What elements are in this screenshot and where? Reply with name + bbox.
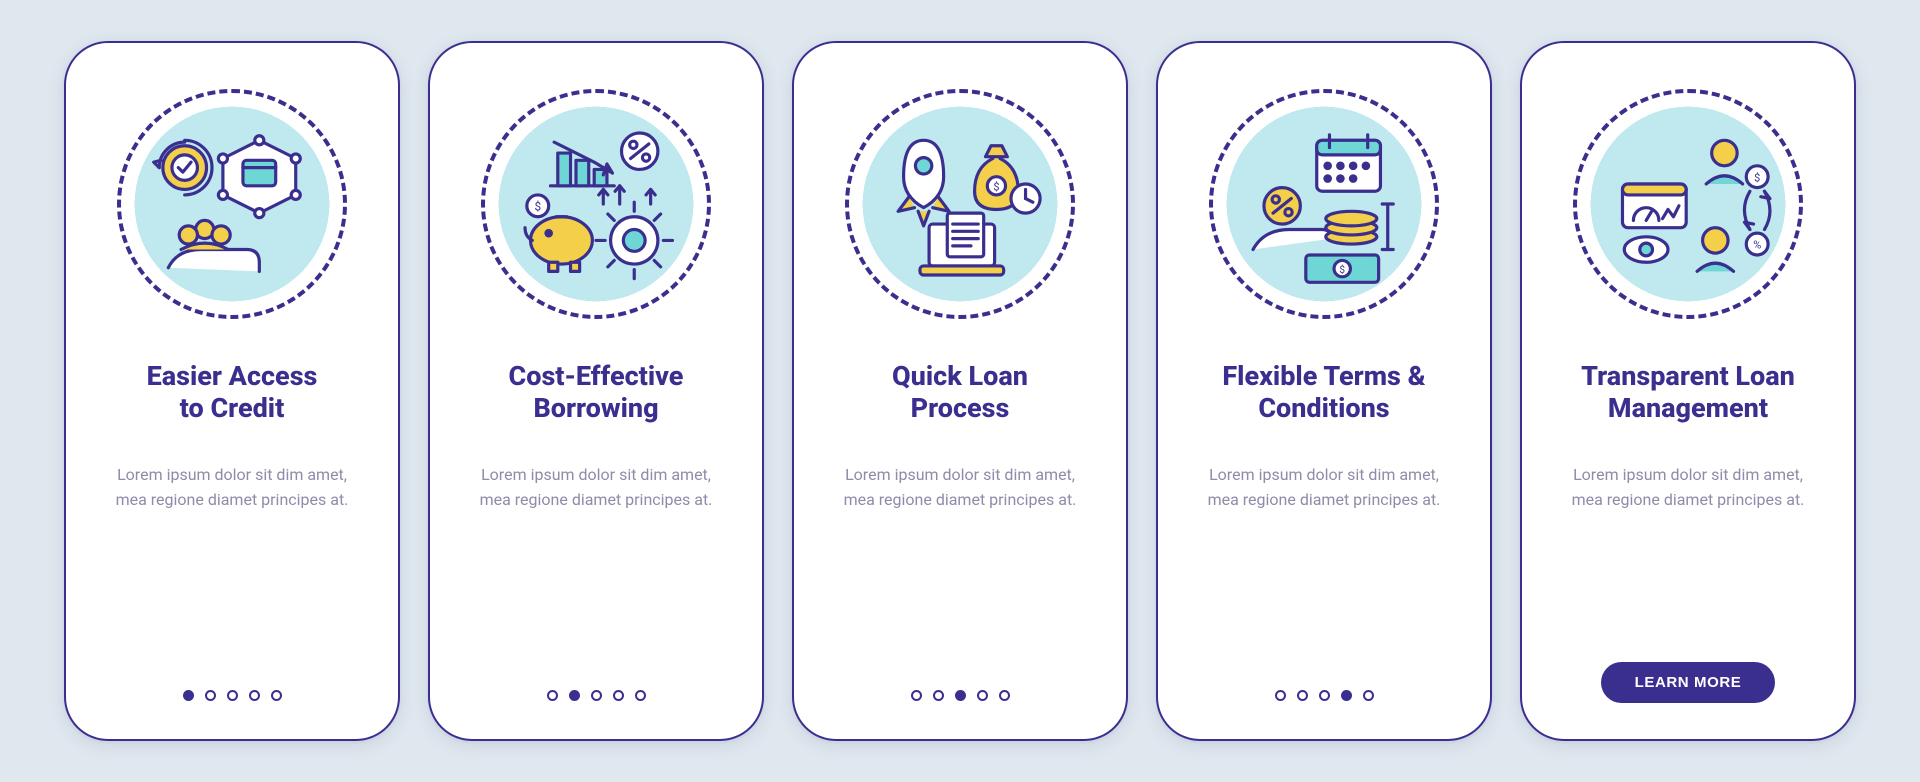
card-title: Flexible Terms & Conditions xyxy=(1222,359,1425,425)
onboarding-card-1: Easier Access to Credit Lorem ipsum dolo… xyxy=(64,41,400,741)
cost-effective-icon: $ xyxy=(481,89,711,319)
svg-text:$: $ xyxy=(1754,171,1760,184)
dot-2[interactable] xyxy=(933,690,944,701)
dot-5[interactable] xyxy=(1363,690,1374,701)
card-description: Lorem ipsum dolor sit dim amet, mea regi… xyxy=(458,463,734,513)
pagination-dots xyxy=(183,690,282,701)
svg-text:%: % xyxy=(1753,239,1761,252)
pagination-dots xyxy=(911,690,1010,701)
card-description: Lorem ipsum dolor sit dim amet, mea regi… xyxy=(822,463,1098,513)
dot-5[interactable] xyxy=(271,690,282,701)
onboarding-card-5: $ % Transparent Loan Management Lorem ip… xyxy=(1520,41,1856,741)
dot-1[interactable] xyxy=(1275,690,1286,701)
card-title: Easier Access to Credit xyxy=(147,359,318,425)
dot-4[interactable] xyxy=(977,690,988,701)
card-title: Quick Loan Process xyxy=(892,359,1028,425)
svg-text:$: $ xyxy=(993,180,999,193)
dot-2[interactable] xyxy=(569,690,580,701)
flexible-terms-icon: $ xyxy=(1209,89,1439,319)
dot-2[interactable] xyxy=(1297,690,1308,701)
dot-4[interactable] xyxy=(1341,690,1352,701)
onboarding-card-3: $ Quick Loan Process Lorem ipsum dolor s… xyxy=(792,41,1128,741)
card-title: Transparent Loan Management xyxy=(1581,359,1795,425)
dot-4[interactable] xyxy=(249,690,260,701)
pagination-dots xyxy=(547,690,646,701)
dot-1[interactable] xyxy=(183,690,194,701)
dot-3[interactable] xyxy=(1319,690,1330,701)
dot-5[interactable] xyxy=(999,690,1010,701)
card-description: Lorem ipsum dolor sit dim amet, mea regi… xyxy=(1550,463,1826,513)
dot-4[interactable] xyxy=(613,690,624,701)
card-description: Lorem ipsum dolor sit dim amet, mea regi… xyxy=(1186,463,1462,513)
quick-loan-icon: $ xyxy=(845,89,1075,319)
card-description: Lorem ipsum dolor sit dim amet, mea regi… xyxy=(94,463,370,513)
card-title: Cost-Effective Borrowing xyxy=(509,359,684,425)
dot-3[interactable] xyxy=(591,690,602,701)
pagination-dots xyxy=(1275,690,1374,701)
learn-more-button[interactable]: LEARN MORE xyxy=(1601,662,1776,703)
dot-1[interactable] xyxy=(547,690,558,701)
svg-text:$: $ xyxy=(534,199,541,213)
onboarding-card-2: $ Cost-Effective Borrowing Lorem ipsum d… xyxy=(428,41,764,741)
access-credit-icon xyxy=(117,89,347,319)
onboarding-card-4: $ Flexible Terms & Conditions Lorem ipsu… xyxy=(1156,41,1492,741)
dot-2[interactable] xyxy=(205,690,216,701)
transparent-loan-icon: $ % xyxy=(1573,89,1803,319)
dot-5[interactable] xyxy=(635,690,646,701)
dot-1[interactable] xyxy=(911,690,922,701)
dot-3[interactable] xyxy=(227,690,238,701)
dot-3[interactable] xyxy=(955,690,966,701)
svg-text:$: $ xyxy=(1339,263,1345,276)
